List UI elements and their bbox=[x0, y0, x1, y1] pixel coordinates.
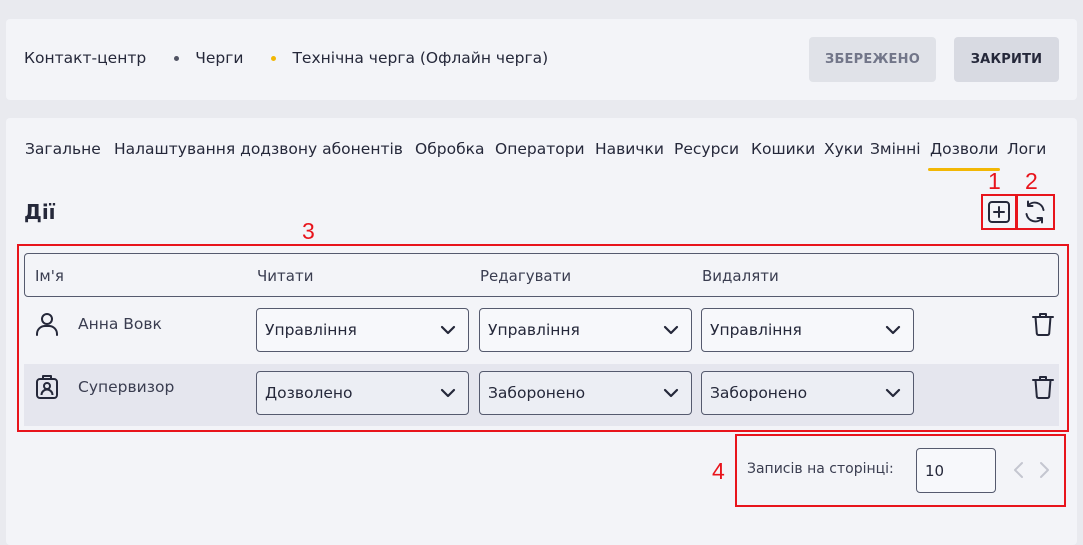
delete-permission-select[interactable]: Заборонено bbox=[701, 371, 914, 415]
edit-permission-value: Заборонено bbox=[488, 384, 586, 402]
chevron-down-icon bbox=[663, 388, 679, 398]
trash-icon[interactable] bbox=[1031, 374, 1055, 400]
read-permission-value: Дозволено bbox=[265, 384, 353, 402]
chevron-down-icon bbox=[440, 388, 456, 398]
marker-label-2: 2 bbox=[1025, 168, 1038, 194]
rows-per-page-value: 10 bbox=[925, 461, 945, 480]
tab-variables[interactable]: Змінні bbox=[870, 140, 921, 158]
refresh-button[interactable] bbox=[1022, 199, 1048, 225]
tab-hooks[interactable]: Хуки bbox=[824, 140, 863, 158]
breadcrumb-item-current: Технічна черга (Офлайн черга) bbox=[292, 49, 549, 67]
read-permission-select[interactable]: Дозволено bbox=[256, 371, 469, 415]
add-button[interactable] bbox=[986, 199, 1012, 225]
breadcrumb-item-queues[interactable]: Черги bbox=[195, 49, 243, 67]
delete-permission-select[interactable]: Управління bbox=[701, 308, 914, 352]
breadcrumb-separator bbox=[174, 55, 180, 61]
marker-label-4: 4 bbox=[712, 458, 725, 484]
badge-icon bbox=[34, 374, 60, 400]
table-row: Анна Вовк Управління Управління Управлін… bbox=[24, 301, 1059, 363]
tab-processing[interactable]: Обробка bbox=[415, 140, 485, 158]
table-header: Ім'я Читати Редагувати Видаляти bbox=[24, 253, 1059, 297]
tab-dialing-settings[interactable]: Налаштування додзвону абонентів bbox=[114, 140, 403, 158]
chevron-down-icon bbox=[885, 325, 901, 335]
prev-page-button[interactable] bbox=[1012, 461, 1026, 479]
read-permission-value: Управління bbox=[265, 321, 357, 339]
user-icon bbox=[34, 311, 60, 337]
chevron-left-icon bbox=[1014, 462, 1023, 478]
row-name: Анна Вовк bbox=[78, 315, 162, 333]
edit-permission-select[interactable]: Заборонено bbox=[479, 371, 692, 415]
header-bar: Контакт-центр Черги Технічна черга (Офла… bbox=[6, 19, 1077, 100]
close-button[interactable]: ЗАКРИТИ bbox=[954, 37, 1059, 82]
column-header-delete: Видаляти bbox=[702, 267, 779, 285]
rows-per-page-input[interactable]: 10 bbox=[916, 448, 996, 493]
plus-square-icon bbox=[988, 201, 1010, 223]
chevron-down-icon bbox=[885, 388, 901, 398]
trash-icon[interactable] bbox=[1031, 311, 1055, 337]
tab-operators[interactable]: Оператори bbox=[495, 140, 585, 158]
breadcrumb-item-contact-center[interactable]: Контакт-центр bbox=[24, 49, 146, 67]
column-header-name: Ім'я bbox=[35, 267, 64, 285]
read-permission-select[interactable]: Управління bbox=[256, 308, 469, 352]
tab-skills[interactable]: Навички bbox=[595, 140, 664, 158]
marker-label-3: 3 bbox=[302, 218, 315, 244]
edit-permission-value: Управління bbox=[488, 321, 580, 339]
row-name: Супервизор bbox=[78, 378, 175, 396]
breadcrumb: Контакт-центр Черги Технічна черга (Офла… bbox=[24, 49, 548, 67]
chevron-down-icon bbox=[663, 325, 679, 335]
table-row: Супервизор Дозволено Заборонено Забороне… bbox=[24, 364, 1059, 426]
breadcrumb-separator-active bbox=[271, 55, 277, 61]
rows-per-page-label: Записів на сторінці: bbox=[747, 461, 894, 477]
edit-permission-select[interactable]: Управління bbox=[479, 308, 692, 352]
next-page-button[interactable] bbox=[1037, 461, 1051, 479]
tab-permissions[interactable]: Дозволи bbox=[930, 140, 998, 158]
section-title: Дії bbox=[24, 200, 56, 224]
tab-bar: Загальне Налаштування додзвону абонентів… bbox=[6, 140, 1077, 171]
tab-general[interactable]: Загальне bbox=[25, 140, 101, 158]
chevron-right-icon bbox=[1040, 462, 1049, 478]
tab-baskets[interactable]: Кошики bbox=[751, 140, 815, 158]
refresh-icon bbox=[1025, 200, 1045, 224]
permissions-panel: Загальне Налаштування додзвону абонентів… bbox=[6, 118, 1077, 545]
tab-resources[interactable]: Ресурси bbox=[674, 140, 739, 158]
delete-permission-value: Заборонено bbox=[710, 384, 808, 402]
marker-label-1: 1 bbox=[988, 168, 1001, 194]
chevron-down-icon bbox=[440, 325, 456, 335]
column-header-read: Читати bbox=[257, 267, 314, 285]
column-header-edit: Редагувати bbox=[480, 267, 572, 285]
delete-permission-value: Управління bbox=[710, 321, 802, 339]
tab-logs[interactable]: Логи bbox=[1007, 140, 1046, 158]
saved-button[interactable]: ЗБЕРЕЖЕНО bbox=[809, 37, 936, 82]
